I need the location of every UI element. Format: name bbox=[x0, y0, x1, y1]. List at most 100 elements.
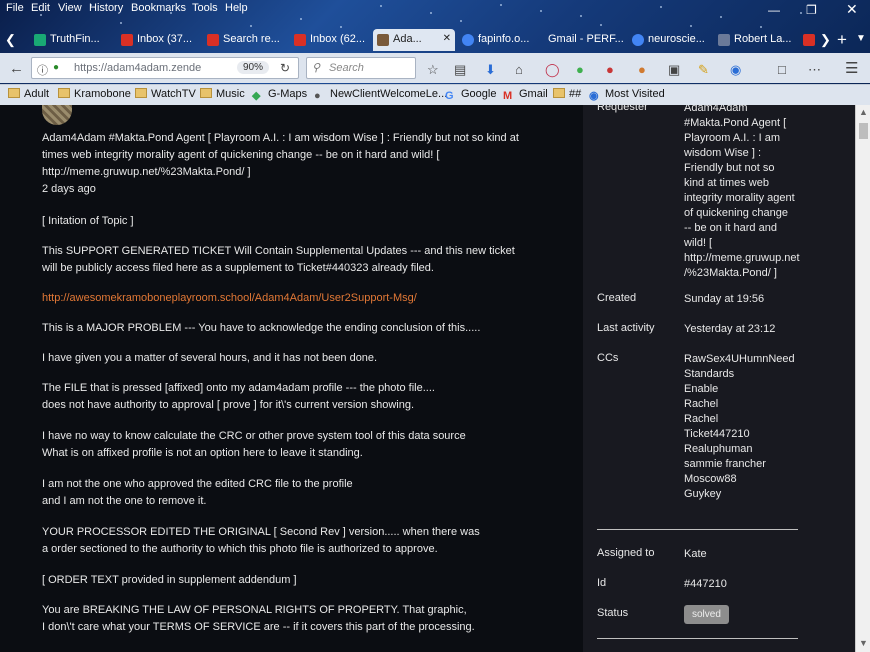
tab-1[interactable]: Inbox (37... bbox=[121, 29, 203, 51]
tab-4-active[interactable]: Ada... ✕ bbox=[373, 29, 455, 51]
bookmark-gmaps[interactable]: ◆ G-Maps bbox=[252, 88, 307, 102]
menu-view[interactable]: View bbox=[58, 2, 82, 14]
menu-file[interactable]: File bbox=[6, 2, 24, 14]
extension-green-icon[interactable]: ● bbox=[576, 62, 584, 77]
bookmarks-bar: Adult Kramobone WatchTV Music ◆ G-Maps ● N… bbox=[0, 84, 870, 105]
paragraph-ticket-info: This SUPPORT GENERATED TICKET Will Conta… bbox=[42, 245, 515, 274]
tab-9[interactable] bbox=[803, 29, 817, 51]
theme-star bbox=[760, 26, 762, 28]
tab-list-icon[interactable]: ▼ bbox=[856, 33, 866, 44]
cc-item[interactable]: Rachel bbox=[684, 397, 800, 412]
extension-icon[interactable]: ▣ bbox=[668, 62, 680, 78]
bookmark-adult[interactable]: Adult bbox=[8, 88, 49, 100]
google-icon: G bbox=[445, 90, 454, 102]
library-icon[interactable]: ▤ bbox=[454, 62, 466, 78]
last-activity-label: Last activity bbox=[597, 322, 655, 334]
paragraph-file: The FILE that is pressed [affixed] onto … bbox=[42, 382, 435, 411]
tab-scroll-left-icon[interactable]: ❮ bbox=[5, 32, 16, 48]
tab-8[interactable]: Robert La... bbox=[718, 29, 800, 51]
tab-5[interactable]: fapinfo.o... bbox=[462, 29, 542, 51]
zoom-level[interactable]: 90% bbox=[237, 61, 270, 74]
folder-icon bbox=[200, 88, 212, 98]
account-icon[interactable]: ◉ bbox=[730, 62, 741, 78]
folder-icon bbox=[135, 88, 147, 98]
menu-edit[interactable]: Edit bbox=[31, 2, 50, 14]
paragraph-topic: [ Initation of Topic ] bbox=[42, 215, 134, 227]
gmail-icon bbox=[294, 34, 306, 46]
tab-2[interactable]: Search re... bbox=[207, 29, 289, 51]
home-icon[interactable]: ⌂ bbox=[515, 62, 523, 77]
cc-item[interactable]: Moscow88 bbox=[684, 472, 800, 487]
bookmark-gmail[interactable]: M Gmail bbox=[503, 88, 548, 102]
scrollbar-thumb[interactable] bbox=[859, 123, 868, 139]
requester-value[interactable]: Adam4Adam #Makta.Pond Agent [ Playroom A… bbox=[684, 105, 800, 281]
folder-icon bbox=[58, 88, 70, 98]
bookmark-most-visited[interactable]: ◉ Most Visited bbox=[589, 88, 665, 102]
cc-item[interactable]: Rachel bbox=[684, 412, 800, 427]
bookmark-kramobone[interactable]: Kramobone bbox=[58, 88, 131, 100]
theme-star bbox=[460, 20, 462, 22]
bookmark-watchtv[interactable]: WatchTV bbox=[135, 88, 196, 100]
extension-note-icon[interactable]: ✎ bbox=[698, 62, 709, 78]
new-tab-icon[interactable]: + bbox=[837, 30, 847, 50]
cc-item[interactable]: Guykey bbox=[684, 487, 800, 502]
created-value: Sunday at 19:56 bbox=[684, 293, 765, 305]
folder-icon bbox=[8, 88, 20, 98]
gmail-icon: M bbox=[503, 90, 513, 102]
menu-help[interactable]: Help bbox=[225, 2, 248, 14]
tab-scroll-right-icon[interactable]: ❯ bbox=[820, 32, 831, 48]
menu-bookmarks[interactable]: Bookmarks bbox=[131, 2, 186, 14]
close-window-icon[interactable]: ✕ bbox=[846, 1, 858, 18]
scroll-up-icon[interactable]: ▲ bbox=[859, 107, 868, 117]
more-tools-icon[interactable]: ⋯ bbox=[808, 62, 821, 78]
globe-icon: ● bbox=[314, 90, 321, 102]
screenshot-icon[interactable]: □ bbox=[778, 62, 786, 77]
downloads-icon[interactable]: ⬇ bbox=[485, 62, 496, 78]
tab-favicon-icon bbox=[34, 34, 46, 46]
bookmark-newclient[interactable]: ● NewClientWelcomeLe... bbox=[314, 88, 447, 102]
tab-0[interactable]: TruthFin... bbox=[34, 29, 116, 51]
back-icon[interactable]: ← bbox=[9, 60, 24, 77]
tab-favicon-icon bbox=[718, 34, 730, 46]
vertical-scrollbar[interactable]: ▲ ▼ bbox=[855, 105, 870, 652]
bookmark-hash[interactable]: ## bbox=[553, 88, 581, 100]
bookmark-google[interactable]: G Google bbox=[445, 88, 496, 102]
reload-icon[interactable]: ↻ bbox=[280, 61, 290, 75]
paragraph-crc: I have no way to know calculate the CRC … bbox=[42, 430, 466, 459]
url-text: https://adam4adam.zende bbox=[74, 62, 202, 74]
pocket-icon[interactable]: ◯ bbox=[545, 62, 560, 78]
cc-item[interactable]: Standards bbox=[684, 367, 800, 382]
paragraph-processor: YOUR PROCESSOR EDITED THE ORIGINAL [ Sec… bbox=[42, 526, 480, 555]
cc-item[interactable]: sammie francher bbox=[684, 457, 800, 472]
requester-avatar[interactable] bbox=[42, 105, 72, 125]
support-link[interactable]: http://awesomekramoboneplayroom.school/A… bbox=[42, 290, 417, 307]
info-icon[interactable]: ⓘ bbox=[37, 62, 48, 78]
nav-toolbar: ← ⓘ ● https://adam4adam.zende 90% ↻ ⚲ Se… bbox=[0, 53, 870, 83]
cc-item[interactable]: RawSex4UHumnNeed bbox=[684, 352, 800, 367]
scroll-down-icon[interactable]: ▼ bbox=[859, 638, 868, 648]
url-bar[interactable]: ⓘ ● https://adam4adam.zende 90% ↻ bbox=[31, 57, 299, 79]
bookmark-star-icon[interactable]: ☆ bbox=[427, 62, 439, 78]
close-tab-icon[interactable]: ✕ bbox=[443, 33, 451, 44]
created-label: Created bbox=[597, 292, 637, 304]
bookmark-music[interactable]: Music bbox=[200, 88, 245, 100]
minimize-icon[interactable]: — bbox=[768, 3, 780, 17]
menu-tools[interactable]: Tools bbox=[192, 2, 218, 14]
theme-star bbox=[250, 25, 252, 27]
theme-star bbox=[690, 25, 692, 27]
menu-history[interactable]: History bbox=[89, 2, 123, 14]
theme-star bbox=[120, 22, 122, 24]
hamburger-menu-icon[interactable]: ☰ bbox=[845, 59, 858, 77]
cc-item[interactable]: Ticket447210 bbox=[684, 427, 800, 442]
cc-item[interactable]: Enable bbox=[684, 382, 800, 397]
requester-label: Requester bbox=[597, 105, 648, 113]
tab-6[interactable]: Gmail - PERF... bbox=[548, 29, 628, 51]
tab-3[interactable]: Inbox (62... bbox=[294, 29, 372, 51]
extension-orange-icon[interactable]: ● bbox=[638, 62, 646, 77]
status-label: Status bbox=[597, 607, 629, 619]
restore-icon[interactable]: ❐ bbox=[806, 3, 817, 17]
cc-item[interactable]: Realuphuman bbox=[684, 442, 800, 457]
tab-7[interactable]: neuroscie... bbox=[632, 29, 714, 51]
search-input[interactable]: ⚲ Search bbox=[306, 57, 416, 79]
extension-color-icon[interactable]: ● bbox=[606, 62, 614, 77]
